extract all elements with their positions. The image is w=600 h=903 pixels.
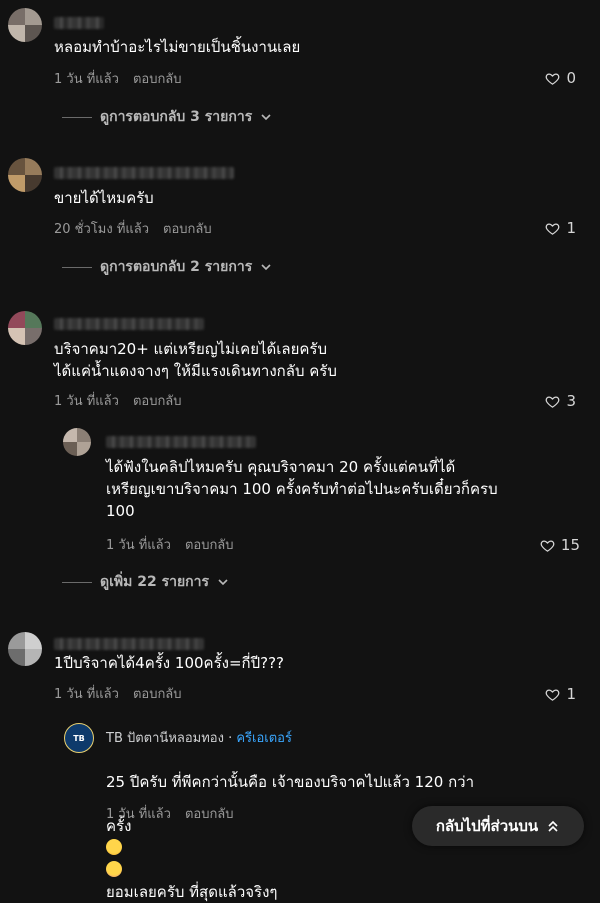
reply-text-line2-end: ยอมเลยครับ ที่สุดแล้วจริงๆ [106,883,278,901]
reply-button[interactable]: ตอบกลับ [133,394,182,409]
chevron-down-icon [261,114,271,121]
grinning-face-emoji-icon [106,839,122,855]
like-count: 3 [566,392,576,410]
heart-icon [546,222,560,235]
author-name: TB ปัตตานีหลอมทอง [106,731,224,746]
avatar[interactable] [63,428,91,456]
author-name-blurred[interactable] [54,638,204,650]
view-replies-label: ดูการตอบกลับ 2 รายการ [100,259,253,275]
avatar[interactable] [8,158,42,192]
chevron-down-icon [261,264,271,271]
chevron-down-icon [218,579,228,586]
heart-icon [546,688,560,701]
avatar[interactable] [8,311,42,345]
back-to-top-label: กลับไปที่ส่วนบน [435,817,539,835]
reply-button[interactable]: ตอบกลับ [163,222,212,237]
reply-text: ได้ฟังในคลิปไหมครับ คุณบริจาคมา 20 ครั้ง… [106,458,498,520]
double-chevron-up-icon [548,820,558,832]
reply-button[interactable]: ตอบกลับ [133,687,182,702]
like-button[interactable]: 3 [545,392,576,410]
comment-time: 1 วัน ที่แล้ว [54,394,119,409]
creator-avatar[interactable]: TB [64,723,94,753]
like-button[interactable]: 1 [545,685,576,703]
divider-line [62,266,92,268]
like-count: 15 [560,536,580,554]
reply-text-line1: 25 ปีครับ ที่พีคกว่านั้นคือ เจ้าของบริจา… [106,773,475,791]
like-button[interactable]: 1 [545,219,576,237]
author-name-blurred[interactable] [54,318,204,330]
reply-button[interactable]: ตอบกลับ [133,72,182,87]
comment-time: 20 ชั่วโมง ที่แล้ว [54,222,150,237]
comment-text: บริจาคมา20+ แต่เหรียญไม่เคยได้เลยครับ ได… [54,340,337,380]
reply-button[interactable]: ตอบกลับ [185,538,234,553]
reply-time: 1 วัน ที่แล้ว [106,538,171,553]
comment-meta: 1 วัน ที่แล้ว ตอบกลับ [54,390,182,411]
view-replies-button[interactable]: ดูการตอบกลับ 3 รายการ [62,106,272,128]
heart-icon [546,395,560,408]
comment-text: ขายได้ไหมครับ [54,189,154,207]
reply-meta: 1 วัน ที่แล้ว ตอบกลับ [106,534,234,555]
comment-meta: 1 วัน ที่แล้ว ตอบกลับ [54,683,182,704]
view-more-button[interactable]: ดูเพิ่ม 22 รายการ [62,571,229,593]
reply-meta: 1 วัน ที่แล้ว ตอบกลับ [106,803,234,824]
like-count: 0 [566,69,576,87]
like-button[interactable]: 15 [540,536,580,554]
author-name-blurred[interactable] [54,167,234,179]
heart-icon [546,72,560,85]
avatar[interactable] [8,8,42,42]
creator-badge: ครีเอเตอร์ [236,731,292,746]
creator-name[interactable]: TB ปัตตานีหลอมทอง · ครีเอเตอร์ [106,727,292,748]
smiling-hearts-emoji-icon [106,861,122,877]
view-more-label: ดูเพิ่ม 22 รายการ [100,574,210,590]
comment-time: 1 วัน ที่แล้ว [54,687,119,702]
view-replies-button[interactable]: ดูการตอบกลับ 2 รายการ [62,256,272,278]
back-to-top-button[interactable]: กลับไปที่ส่วนบน [412,806,584,846]
author-name-blurred[interactable] [106,436,256,448]
comment-time: 1 วัน ที่แล้ว [54,72,119,87]
like-button[interactable]: 0 [545,69,576,87]
divider-line [62,581,92,583]
comment-text: 1ปีบริจาคได้4ครั้ง 100ครั้ง=กี่ปี??? [54,654,285,672]
author-name-blurred[interactable] [54,17,104,29]
reply-time: 1 วัน ที่แล้ว [106,807,171,822]
like-count: 1 [566,219,576,237]
comment-text: หลอมทำบ้าอะไรไม่ขายเป็นชิ้นงานเลย [54,38,301,56]
like-count: 1 [566,685,576,703]
view-replies-label: ดูการตอบกลับ 3 รายการ [100,109,253,125]
comment-meta: 20 ชั่วโมง ที่แล้ว ตอบกลับ [54,218,212,239]
divider-line [62,116,92,118]
avatar[interactable] [8,632,42,666]
heart-icon [540,539,555,552]
comment-meta: 1 วัน ที่แล้ว ตอบกลับ [54,68,182,89]
reply-button[interactable]: ตอบกลับ [185,807,234,822]
